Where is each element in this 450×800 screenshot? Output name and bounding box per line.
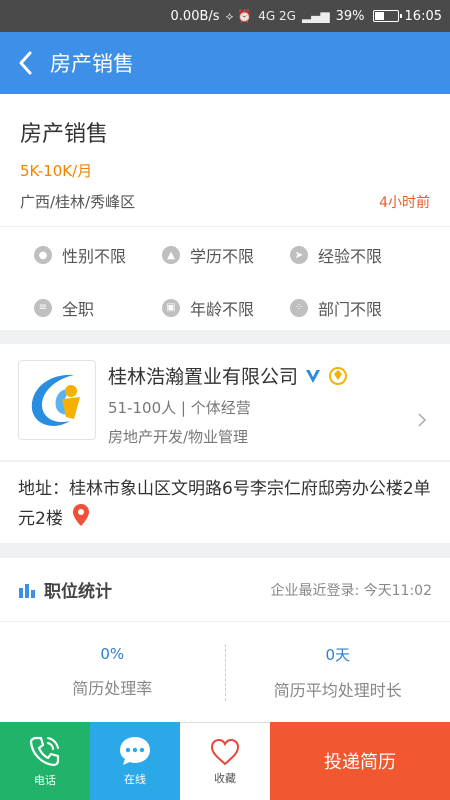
stat-value: 0天 [325,645,351,664]
stat-label: 简历处理率 [72,679,153,698]
job-title: 房产销售 [20,122,109,147]
apply-label: 投递简历 [324,752,396,773]
experience-icon: ➤ [290,246,308,264]
battery-icon [372,10,402,22]
requirements-grid: ● 性别不限 ▲ 学历不限 ➤ 经验不限 ≡ 全职 ▣ 年龄不限 ⁘ 部门不限 [0,226,450,330]
job-location: 广西/桂林/秀峰区 [20,193,136,211]
company-name: 桂林浩瀚置业有限公司 [108,366,299,388]
requirement-label: 部门不限 [318,299,383,319]
jobtype-icon: ≡ [34,298,52,317]
chevron-right-icon [412,360,432,460]
company-card[interactable]: 桂林浩瀚置业有限公司 51-100人 | 个体经营 房地产开发/物业管理 [0,344,450,460]
company-industry: 房地产开发/物业管理 [108,428,249,446]
back-button[interactable] [0,32,50,94]
stat-label: 简历平均处理时长 [273,680,402,700]
chevron-left-icon [19,51,32,75]
requirement-experience: ➤ 经验不限 [290,243,418,267]
company-meta: 51-100人 | 个体经营 [108,399,251,417]
stat-value: 0% [100,645,125,663]
bar-chart-icon [19,583,35,598]
gender-icon: ● [34,246,52,264]
requirement-jobtype: ≡ 全职 [34,296,162,320]
requirement-label: 年龄不限 [190,299,255,319]
requirement-label: 全职 [62,299,95,319]
last-login: 企业最近登录: 今天11:02 [270,582,432,599]
signal-icon: ⟡ ⏰ [225,8,253,23]
chat-button[interactable]: 在线 [90,722,180,800]
requirement-label: 经验不限 [318,247,383,266]
map-pin-icon [73,504,90,526]
stat-item: 0% 简历处理率 [0,645,225,699]
verified-v-icon [306,369,321,383]
bottom-action-bar: 电话 在线 收藏 投递简历 [0,722,450,800]
stats-header: 职位统计 企业最近登录: 今天11:02 [0,558,450,622]
apply-resume-button[interactable]: 投递简历 [270,722,450,800]
requirement-label: 性别不限 [62,247,127,266]
favorite-label: 收藏 [214,771,236,785]
network-type: 4G 2G [258,9,296,23]
age-icon: ▣ [162,298,180,317]
favorite-button[interactable]: 收藏 [180,722,270,800]
app-bar-title: 房产销售 [50,52,134,76]
company-info: 桂林浩瀚置业有限公司 51-100人 | 个体经营 房地产开发/物业管理 [108,360,412,460]
job-header: 房产销售 5K-10K/月 广西/桂林/秀峰区 4小时前 [0,94,450,226]
education-icon: ▲ [162,246,180,264]
status-bar: 0.00B/s ⟡ ⏰ 4G 2G ▂▄▆ 39% 16:05 [0,0,450,32]
call-label: 电话 [34,774,56,787]
battery-level [374,12,384,20]
phone-icon [29,736,60,767]
department-icon: ⁘ [290,298,308,317]
heart-icon [210,738,240,765]
company-name-row: 桂林浩瀚置业有限公司 [108,362,412,389]
salary: 5K-10K/月 [20,162,93,180]
posted-time: 4小时前 [379,194,430,211]
chat-label: 在线 [124,773,146,786]
stats-title: 职位统计 [18,577,112,602]
network-speed: 0.00B/s [170,8,220,24]
requirement-label: 学历不限 [190,247,255,266]
company-logo-icon [31,374,80,426]
cell-signal-icon: ▂▄▆ [301,9,330,23]
call-button[interactable]: 电话 [0,722,90,800]
requirement-department: ⁘ 部门不限 [290,296,418,320]
job-stats: 职位统计 企业最近登录: 今天11:02 0% 简历处理率 0天 简历平均处理时… [0,558,450,722]
chat-bubble-icon [120,737,150,765]
stats-title-label: 职位统计 [44,582,112,602]
app-bar: 房产销售 [0,32,450,94]
requirement-gender: ● 性别不限 [34,243,162,267]
battery-percent: 39% [335,8,365,24]
clock: 16:05 [404,8,442,24]
requirement-age: ▣ 年龄不限 [162,296,290,320]
requirement-education: ▲ 学历不限 [162,243,290,267]
location-row: 广西/桂林/秀峰区 4小时前 [20,191,430,212]
stats-body: 0% 简历处理率 0天 简历平均处理时长 [0,622,450,722]
company-address[interactable]: 地址：桂林市象山区文明路6号李宗仁府邸旁办公楼2单元2楼 [0,461,450,543]
diamond-badge-icon [329,366,348,385]
company-logo [18,360,96,440]
stat-item: 0天 简历平均处理时长 [224,643,450,701]
